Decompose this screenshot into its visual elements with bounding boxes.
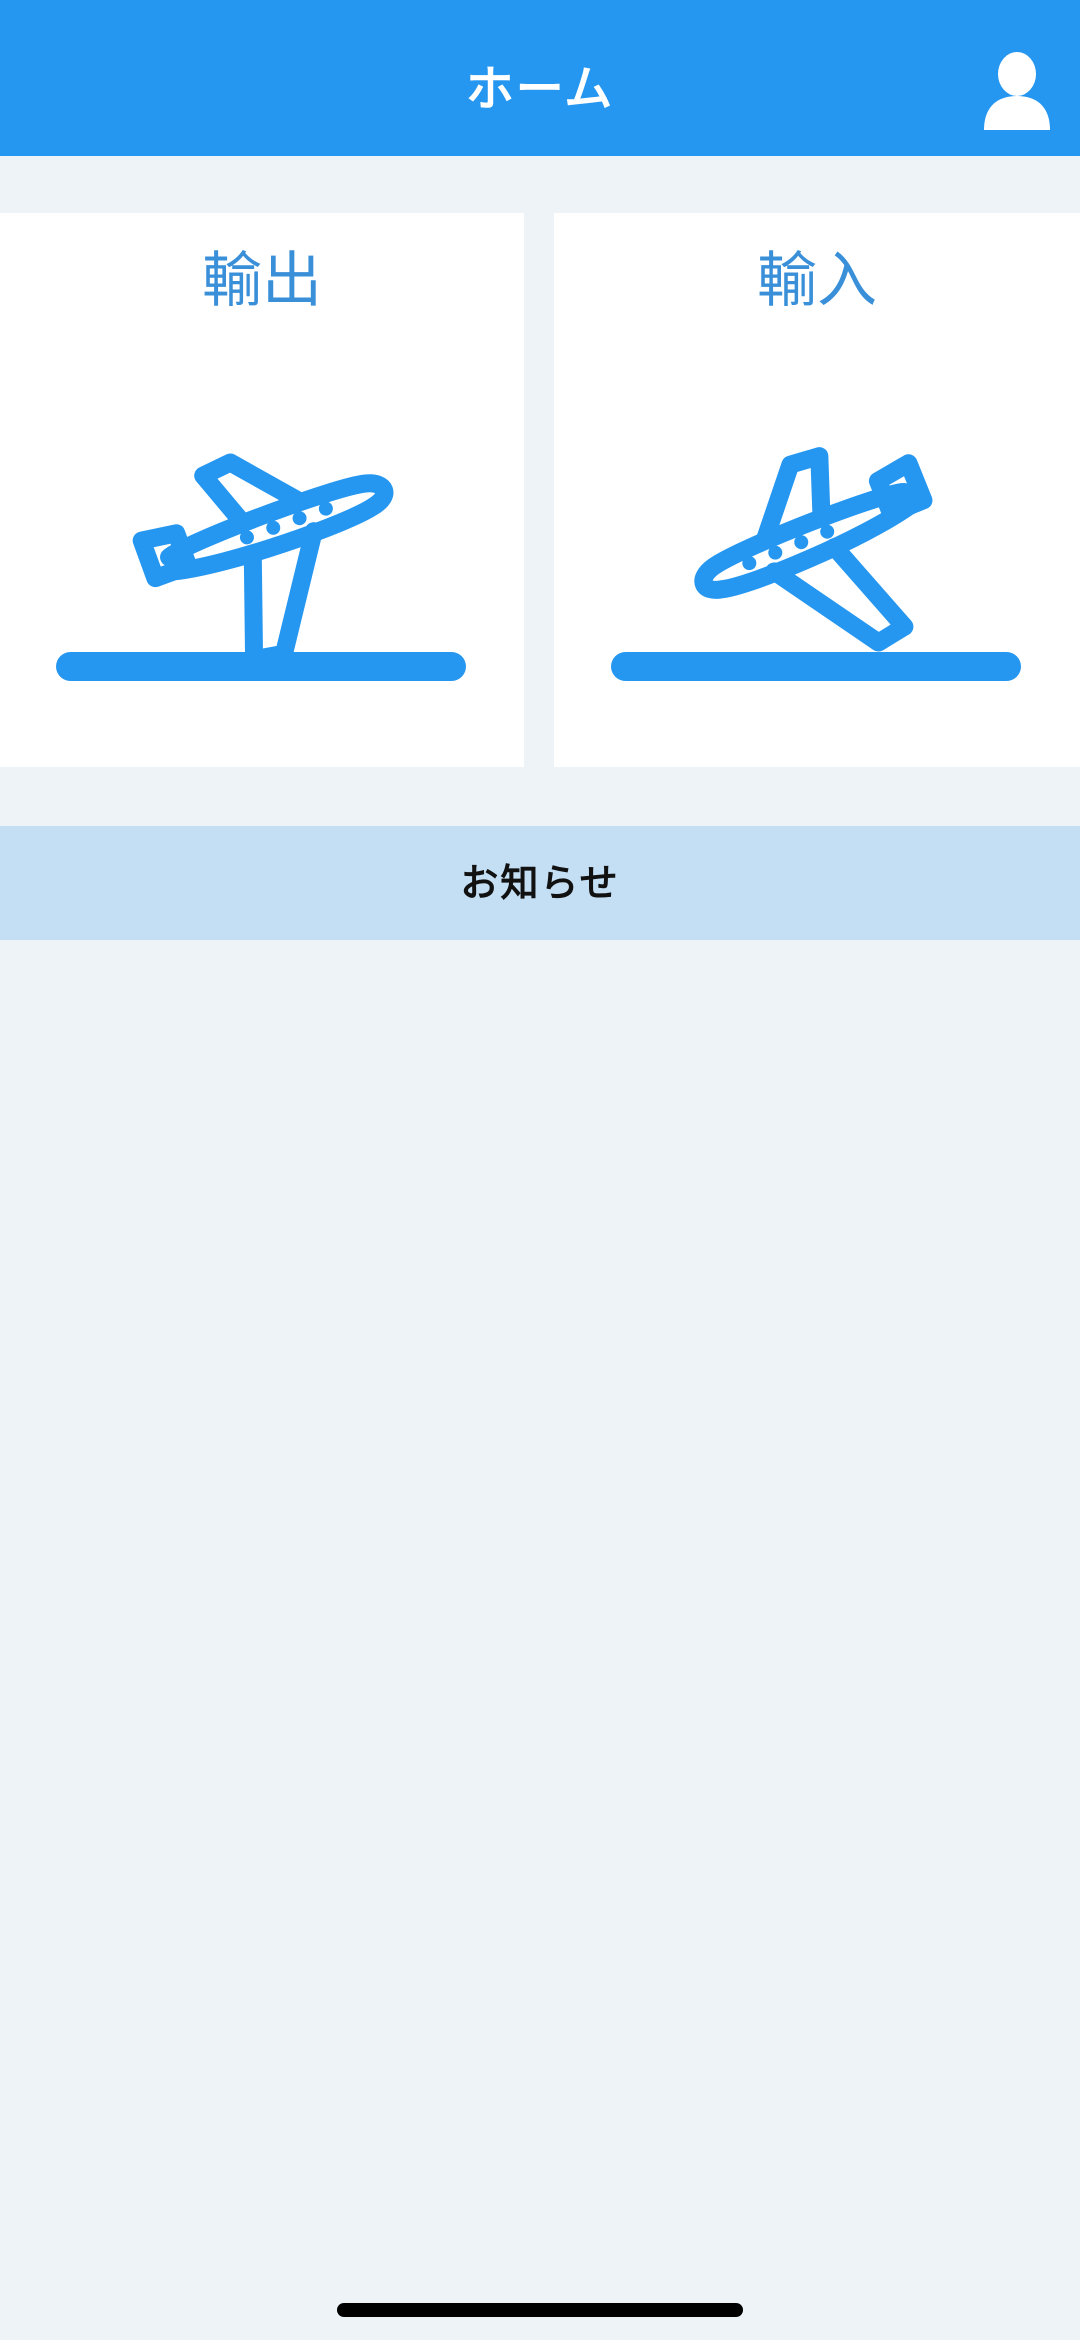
page-title: ホーム (465, 61, 615, 117)
notice-label: お知らせ (460, 861, 620, 905)
export-card[interactable]: 輸出 (0, 213, 524, 767)
airplane-landing-icon (694, 447, 933, 652)
notice-header[interactable]: お知らせ (0, 826, 1080, 940)
profile-button[interactable] (972, 46, 1062, 136)
airplane-takeoff-icon (132, 453, 394, 669)
import-card[interactable]: 輸入 (554, 213, 1080, 767)
runway-bar (56, 652, 466, 681)
home-indicator[interactable] (337, 2303, 743, 2317)
runway-bar (611, 652, 1021, 681)
import-label: 輸入 (757, 246, 877, 316)
user-icon (984, 52, 1050, 130)
app-header: ホーム (0, 0, 1080, 156)
export-label: 輸出 (202, 246, 322, 316)
